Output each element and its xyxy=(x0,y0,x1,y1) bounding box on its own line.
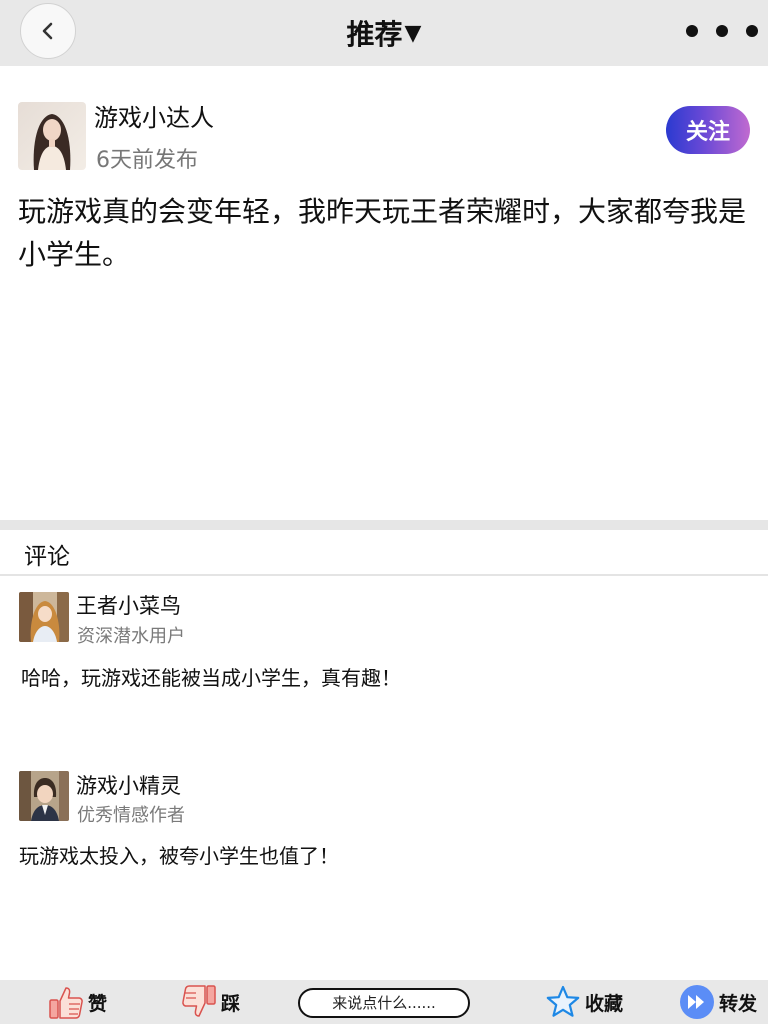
comments-divider xyxy=(0,574,768,576)
commenter-role: 优秀情感作者 xyxy=(77,805,185,826)
dislike-label: 踩 xyxy=(221,992,241,1015)
commenter-avatar-image xyxy=(19,771,69,821)
collect-button[interactable]: 收藏 xyxy=(545,980,623,1024)
feed-selector[interactable]: 推荐 ▼ xyxy=(347,13,422,53)
section-divider xyxy=(0,520,768,530)
like-label: 赞 xyxy=(88,992,108,1015)
comment-input[interactable] xyxy=(298,988,470,1018)
fast-forward-icon xyxy=(680,985,714,1019)
author-avatar[interactable] xyxy=(18,102,86,170)
collect-label: 收藏 xyxy=(585,992,624,1015)
comment-avatar[interactable] xyxy=(19,771,69,821)
dropdown-caret-icon: ▼ xyxy=(404,20,422,46)
page-title: 推荐 xyxy=(346,18,403,51)
more-dot-icon xyxy=(746,25,758,37)
more-button[interactable] xyxy=(686,16,758,46)
comment-avatar[interactable] xyxy=(19,592,69,642)
more-dot-icon xyxy=(686,25,698,37)
thumbs-up-icon xyxy=(49,987,83,1019)
thumbs-down-icon xyxy=(182,985,216,1017)
chevron-left-icon xyxy=(42,22,53,40)
star-icon xyxy=(546,985,580,1017)
commenter-name[interactable]: 王者小菜鸟 xyxy=(76,590,181,620)
comment-text: 哈哈，玩游戏还能被当成小学生，真有趣！ xyxy=(21,666,401,690)
commenter-role: 资深潜水用户 xyxy=(77,626,185,647)
more-dot-icon xyxy=(716,25,728,37)
dislike-button[interactable]: 踩 xyxy=(181,980,240,1024)
follow-button[interactable]: 关注 xyxy=(666,106,750,154)
commenter-avatar-image xyxy=(19,592,69,642)
author-name[interactable]: 游戏小达人 xyxy=(94,98,214,133)
comment-text: 玩游戏太投入，被夸小学生也值了！ xyxy=(19,844,339,868)
author-avatar-image xyxy=(18,102,86,170)
share-label: 转发 xyxy=(719,992,758,1015)
back-button[interactable] xyxy=(20,3,76,59)
comments-heading: 评论 xyxy=(24,544,70,570)
commenter-name[interactable]: 游戏小精灵 xyxy=(76,770,181,800)
post-timestamp: 6天前发布 xyxy=(96,148,198,173)
post-content: 玩游戏真的会变年轻，我昨天玩王者荣耀时，大家都夸我是小学生。 xyxy=(18,195,747,271)
share-button[interactable]: 转发 xyxy=(679,980,757,1024)
like-button[interactable]: 赞 xyxy=(48,980,107,1024)
